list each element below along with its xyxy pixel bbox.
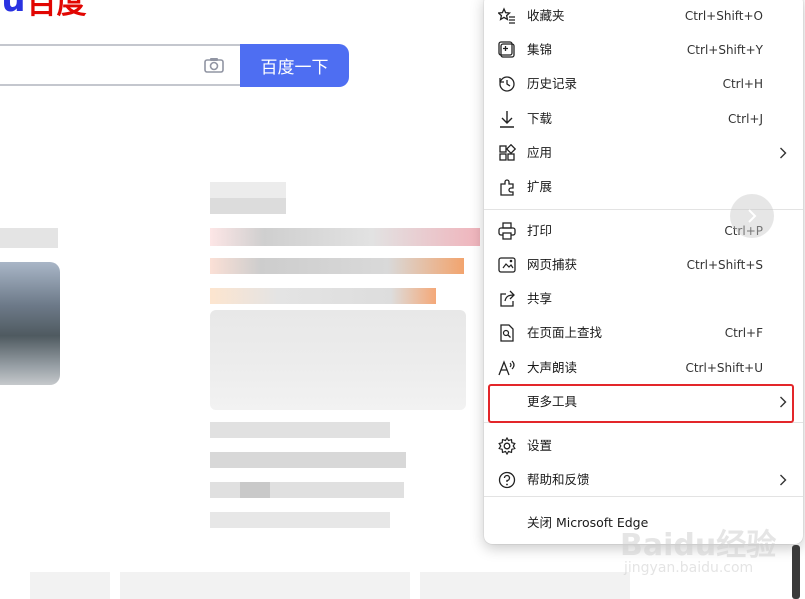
chevron-right-icon xyxy=(748,209,757,223)
chevron-right-icon xyxy=(780,474,787,486)
share-icon xyxy=(500,290,515,307)
find-icon xyxy=(500,324,514,342)
menu-separator xyxy=(484,496,803,497)
download-icon xyxy=(500,111,514,128)
camera-icon[interactable] xyxy=(204,57,224,73)
menu-item-label: 下载 xyxy=(527,111,553,126)
apps-icon xyxy=(499,144,516,161)
baidu-logo[interactable]: du 百度 xyxy=(0,0,87,21)
menu-item-read-aloud[interactable]: 大声朗读 Ctrl+Shift+U xyxy=(484,351,803,385)
help-icon xyxy=(498,471,516,489)
menu-item-label: 大声朗读 xyxy=(527,360,578,375)
menu-item-label: 在页面上查找 xyxy=(527,325,603,340)
footer-block xyxy=(420,572,630,599)
search-button[interactable]: 百度一下 xyxy=(240,44,349,87)
menu-item-label: 网页捕获 xyxy=(527,257,578,272)
menu-item-shortcut: Ctrl+H xyxy=(722,77,763,91)
menu-item-find-on-page[interactable]: 在页面上查找 Ctrl+F xyxy=(484,316,803,350)
logo-du-text: du xyxy=(0,0,26,20)
baidu-jingyan-watermark: Baidu经验 jingyan.baidu.com xyxy=(612,512,802,582)
watermark-url: jingyan.baidu.com xyxy=(624,560,754,576)
menu-item-label: 历史记录 xyxy=(527,76,578,91)
menu-item-label: 集锦 xyxy=(527,42,553,57)
scrollbar-thumb[interactable] xyxy=(792,545,800,599)
print-icon xyxy=(498,222,516,240)
star-list-icon xyxy=(498,7,515,24)
menu-item-shortcut: Ctrl+J xyxy=(728,112,763,126)
menu-item-web-capture[interactable]: 网页捕获 Ctrl+Shift+S xyxy=(484,248,803,282)
menu-item-settings[interactable]: 设置 xyxy=(484,429,803,463)
menu-item-share[interactable]: 共享 xyxy=(484,282,803,316)
more-tools-highlight xyxy=(488,384,794,423)
menu-item-shortcut: Ctrl+Shift+O xyxy=(684,9,763,23)
settings-icon xyxy=(498,437,516,455)
menu-item-shortcut: Ctrl+Shift+S xyxy=(686,258,763,272)
menu-item-history[interactable]: 历史记录 Ctrl+H xyxy=(484,67,803,101)
logo-cn-text: 百度 xyxy=(26,0,87,21)
read-aloud-icon xyxy=(498,360,515,376)
menu-item-collections[interactable]: 集锦 Ctrl+Shift+Y xyxy=(484,33,803,67)
footer-block xyxy=(30,572,110,599)
menu-item-label: 扩展 xyxy=(527,179,553,194)
carousel-next-button[interactable] xyxy=(730,194,774,238)
menu-item-favorites[interactable]: 收藏夹 Ctrl+Shift+O xyxy=(484,0,803,33)
collections-icon xyxy=(498,41,515,58)
menu-item-shortcut: Ctrl+F xyxy=(724,326,763,340)
web-capture-icon xyxy=(498,257,516,273)
search-input[interactable] xyxy=(0,44,240,86)
menu-item-label: 打印 xyxy=(527,223,553,238)
news-thumbnail[interactable] xyxy=(0,262,60,385)
menu-item-downloads[interactable]: 下载 Ctrl+J xyxy=(484,102,803,136)
footer-block xyxy=(120,572,410,599)
edge-settings-menu: 收藏夹 Ctrl+Shift+O 集锦 Ctrl+Shift+Y 历史记录 Ctrl+H 下… xyxy=(484,0,803,544)
menu-item-label: 共享 xyxy=(527,291,553,306)
menu-item-label: 收藏夹 xyxy=(527,8,565,23)
menu-item-help-feedback[interactable]: 帮助和反馈 xyxy=(484,463,803,497)
menu-item-label: 设置 xyxy=(527,438,553,453)
watermark-text: Baidu经验 xyxy=(620,528,777,563)
menu-item-apps[interactable]: 应用 xyxy=(484,136,803,170)
menu-item-label: 帮助和反馈 xyxy=(527,472,590,487)
history-icon xyxy=(499,76,515,92)
menu-item-shortcut: Ctrl+Shift+Y xyxy=(686,43,763,57)
menu-item-label: 应用 xyxy=(527,145,553,160)
extensions-icon xyxy=(500,179,514,196)
chevron-right-icon xyxy=(780,147,787,159)
menu-item-shortcut: Ctrl+Shift+U xyxy=(685,361,763,375)
